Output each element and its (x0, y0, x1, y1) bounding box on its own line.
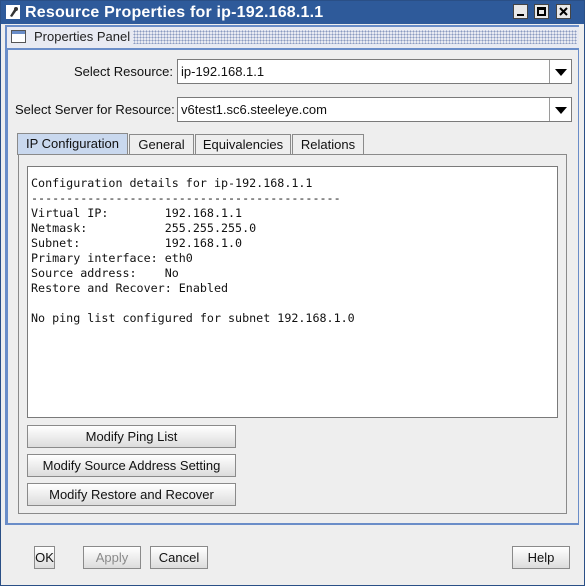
app-icon (6, 5, 20, 19)
chevron-down-icon[interactable] (549, 60, 571, 83)
config-details-textarea[interactable]: Configuration details for ip-192.168.1.1… (27, 166, 558, 418)
select-server-label: Select Server for Resource: (15, 102, 175, 117)
config-line: Primary interface: eth0 (31, 251, 193, 265)
config-line: No ping list configured for subnet 192.1… (31, 311, 355, 325)
select-server-combo[interactable]: v6test1.sc6.steeleye.com (177, 97, 572, 122)
tab-equivalencies[interactable]: Equivalencies (195, 134, 291, 155)
panel-title-texture (133, 30, 577, 44)
config-line: Virtual IP: 192.168.1.1 (31, 206, 243, 220)
minimize-icon[interactable] (513, 4, 528, 19)
maximize-icon[interactable] (534, 4, 549, 19)
config-line: Configuration details for ip-192.168.1.1 (31, 176, 313, 190)
config-line: Subnet: 192.168.1.0 (31, 236, 243, 250)
config-line: Restore and Recover: Enabled (31, 281, 229, 295)
config-line: Source address: No (31, 266, 179, 280)
help-button[interactable]: Help (512, 546, 570, 569)
select-resource-value: ip-192.168.1.1 (181, 64, 265, 79)
ok-button[interactable]: OK (34, 546, 55, 569)
apply-button[interactable]: Apply (83, 546, 141, 569)
select-resource-combo[interactable]: ip-192.168.1.1 (177, 59, 572, 84)
config-line: ----------------------------------------… (31, 191, 341, 205)
panel-title: Properties Panel (34, 29, 131, 44)
modify-restore-recover-button[interactable]: Modify Restore and Recover (27, 483, 236, 506)
panel-title-bar: Properties Panel (7, 27, 579, 48)
select-resource-label: Select Resource: (74, 64, 173, 79)
tab-relations[interactable]: Relations (292, 134, 364, 155)
close-icon[interactable] (556, 4, 571, 19)
modify-source-address-button[interactable]: Modify Source Address Setting (27, 454, 236, 477)
chevron-down-icon[interactable] (549, 98, 571, 121)
title-bar[interactable]: Resource Properties for ip-192.168.1.1 (1, 1, 584, 24)
config-line: Netmask: 255.255.255.0 (31, 221, 257, 235)
modify-ping-list-button[interactable]: Modify Ping List (27, 425, 236, 448)
cancel-button[interactable]: Cancel (150, 546, 208, 569)
tab-ip-configuration[interactable]: IP Configuration (17, 133, 128, 155)
select-server-value: v6test1.sc6.steeleye.com (181, 102, 327, 117)
tab-general[interactable]: General (129, 134, 194, 155)
resource-properties-window: Resource Properties for ip-192.168.1.1 P… (0, 0, 585, 586)
window-title: Resource Properties for ip-192.168.1.1 (25, 4, 324, 21)
panel-window-icon (11, 30, 26, 43)
